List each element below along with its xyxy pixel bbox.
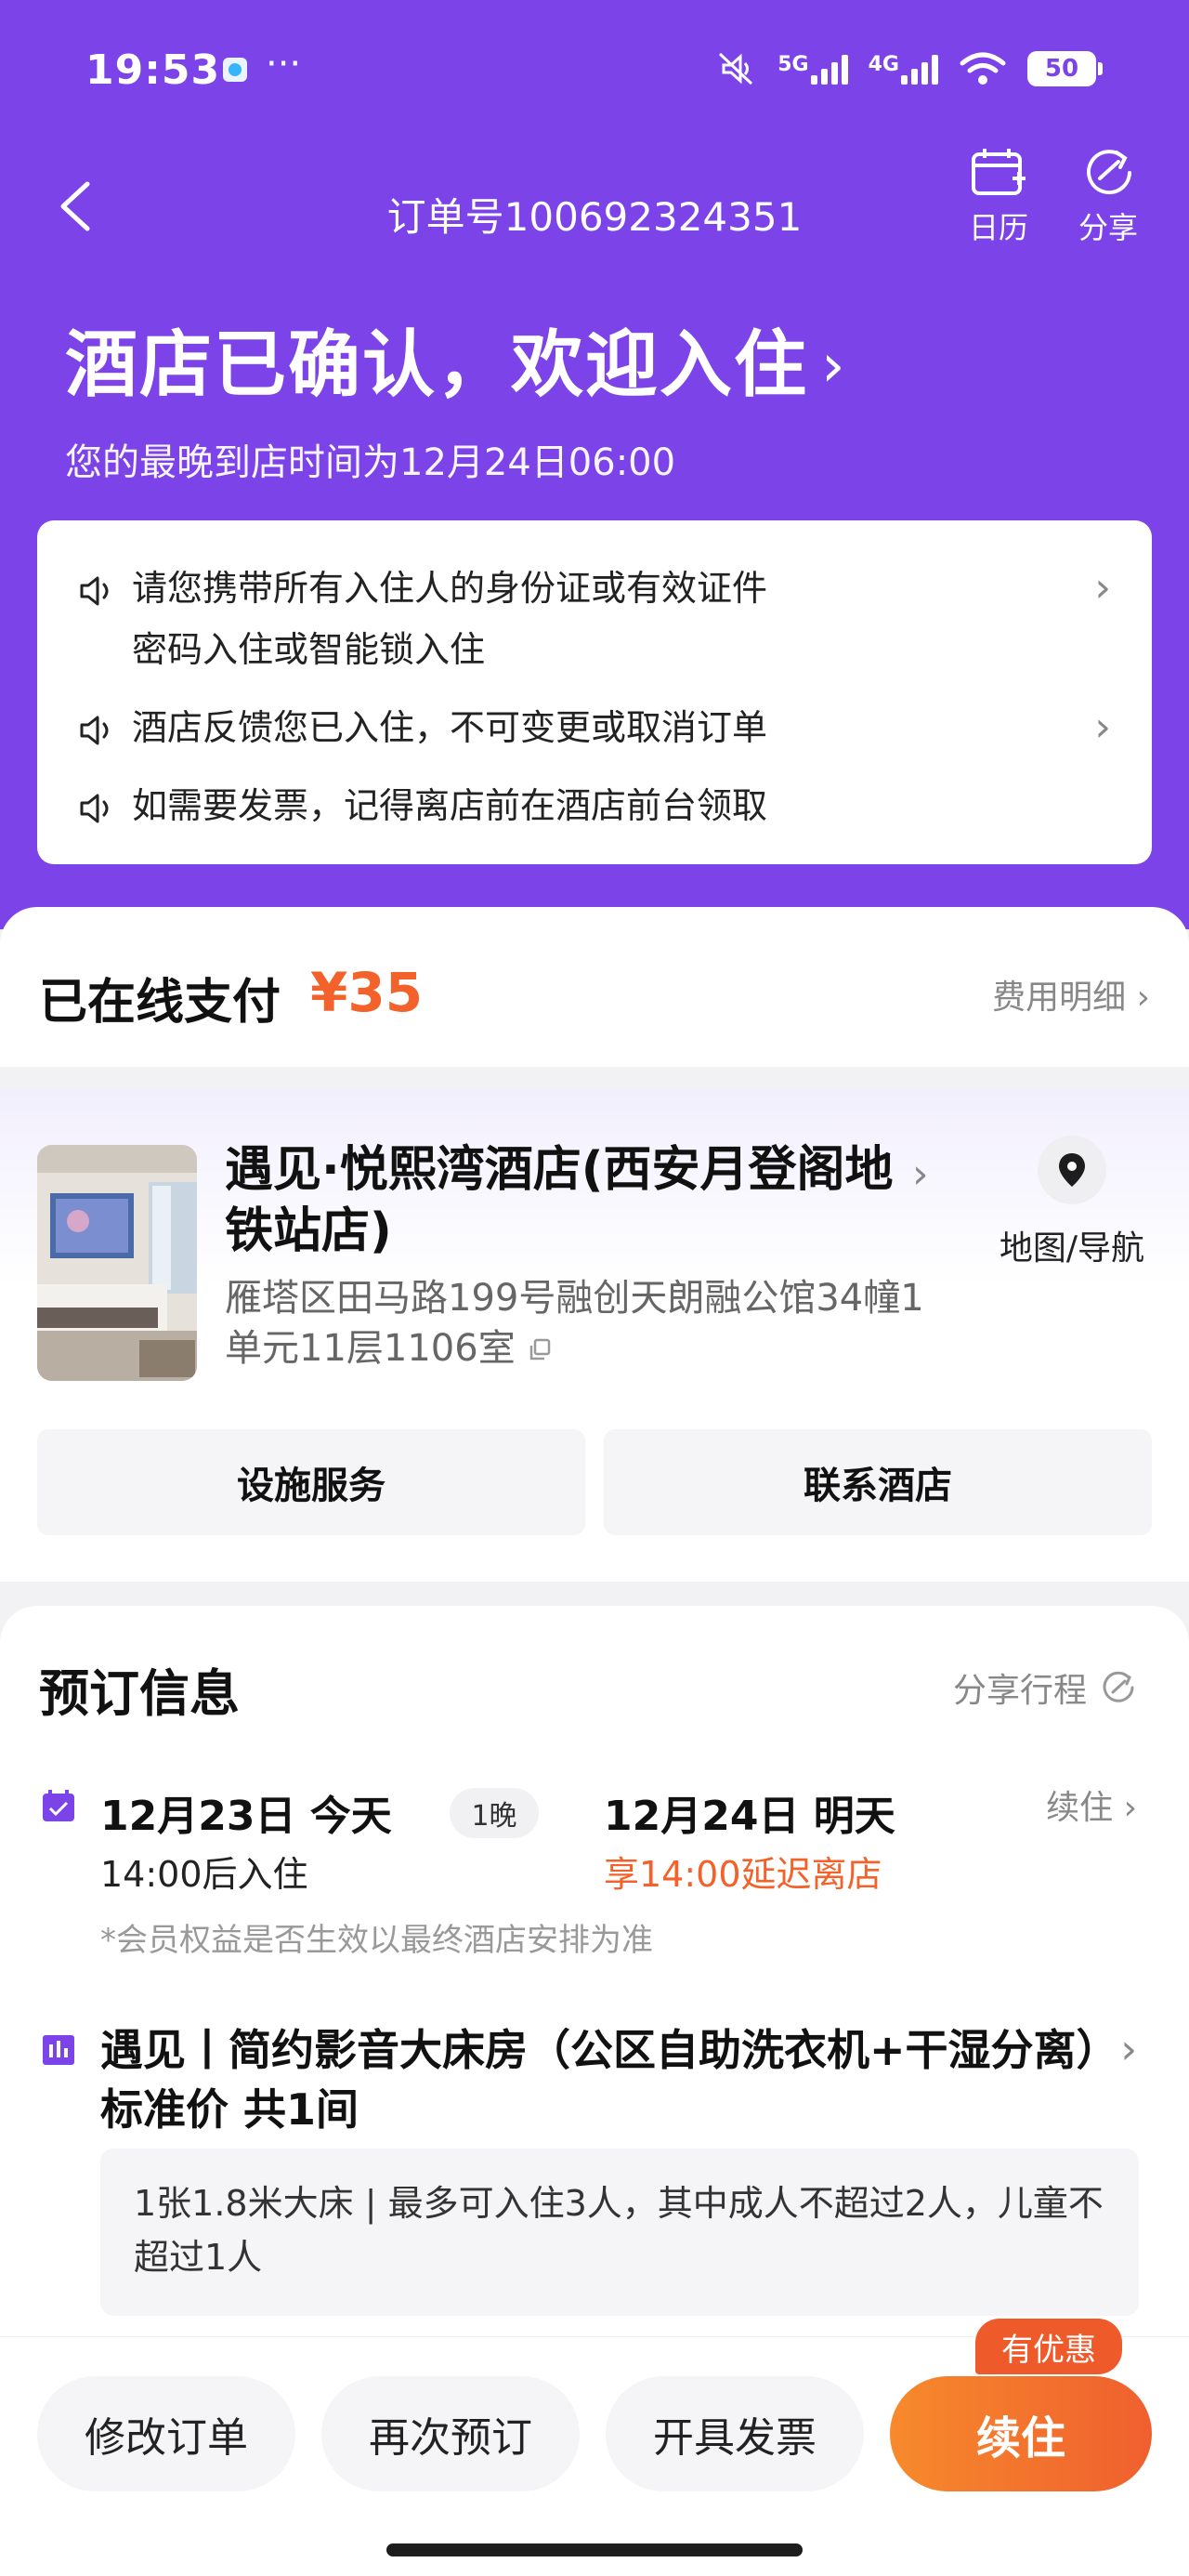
chevron-right-icon: ›: [1094, 564, 1111, 611]
payment-card: 已在线支付 ¥35 费用明细 ›: [0, 907, 1189, 1067]
notice-text: 如需要发票，记得离店前在酒店前台领取: [132, 785, 768, 826]
chevron-right-icon: ›: [821, 332, 847, 401]
order-status-title[interactable]: 酒店已确认，欢迎入住 ›: [65, 307, 847, 411]
share-icon: [1103, 1671, 1134, 1702]
hotel-address-text: 雁塔区田马路199号融创天朗融公馆34幢1单元11层1106室: [225, 1277, 924, 1370]
signal-5g-icon: 5G: [777, 53, 848, 85]
facilities-button[interactable]: 设施服务: [37, 1429, 585, 1535]
map-label: 地图/导航: [999, 1229, 1145, 1268]
more-notifications-icon: ···: [266, 43, 302, 85]
speaker-icon: [80, 576, 109, 606]
latest-arrival-note: 您的最晚到店时间为12月24日06:00: [65, 441, 676, 484]
checkin-time: 14:00后入住: [100, 1854, 308, 1895]
notice-text: 酒店反馈您已入住，不可变更或取消订单: [132, 707, 768, 748]
notice-item[interactable]: 酒店反馈您已入住，不可变更或取消订单 ›: [78, 697, 1111, 758]
payment-label: 已在线支付: [39, 975, 281, 1031]
notice-text-line2: 密码入住或智能锁入住: [132, 629, 486, 670]
calendar-label: 日历: [968, 210, 1028, 245]
issue-invoice-button[interactable]: 开具发票: [606, 2376, 864, 2491]
extend-stay-button[interactable]: 续住: [890, 2376, 1152, 2491]
speaker-icon: [80, 716, 109, 745]
chevron-right-icon: ›: [912, 1150, 929, 1198]
room-detail: 1张1.8米大床 | 最多可入住3人，其中成人不超过2人，儿童不超过1人: [100, 2149, 1139, 2316]
wifi-icon: [960, 52, 1006, 85]
chevron-right-icon: ›: [1120, 2026, 1137, 2073]
notice-card: 请您携带所有入住人的身份证或有效证件 密码入住或智能锁入住 › 酒店反馈您已入住…: [37, 520, 1152, 864]
fee-detail-link[interactable]: 费用明细 ›: [992, 970, 1150, 1019]
nights-badge: 1晚: [450, 1788, 539, 1838]
chevron-right-icon: ›: [1094, 703, 1111, 751]
hotel-card: 遇见·悦熙湾酒店(西安月登阁地铁站店) › 雁塔区田马路199号融创天朗融公馆3…: [0, 1091, 1189, 1582]
clock: 19:53: [85, 46, 221, 94]
mute-icon: [719, 52, 753, 85]
fee-detail-label: 费用明细: [992, 979, 1127, 1017]
checkin-date: 12月23日 今天: [100, 1793, 392, 1840]
battery-icon: 50: [1027, 51, 1103, 86]
bottom-action-bar: 修改订单 再次预订 开具发票 续住 有优惠: [0, 2319, 1189, 2576]
share-trip-label: 分享行程: [952, 1672, 1087, 1710]
speaker-icon: [80, 794, 109, 823]
room-name[interactable]: 遇见丨简约影音大床房（公区自助洗衣机+干湿分离）标准价 共1间: [100, 2020, 1104, 2139]
calendar-check-icon: [43, 1790, 74, 1821]
signal-4g-icon: 4G: [869, 53, 938, 85]
rebook-button[interactable]: 再次预订: [321, 2376, 580, 2491]
signal-5g-label: 5G: [777, 53, 809, 76]
hotel-room-image: [37, 1145, 197, 1381]
share-button[interactable]: 分享: [1057, 145, 1159, 247]
calendar-button[interactable]: 日历: [947, 145, 1050, 247]
modify-order-button[interactable]: 修改订单: [37, 2376, 295, 2491]
checkout-date: 12月24日 明天: [604, 1793, 895, 1840]
notice-item[interactable]: 请您携带所有入住人的身份证或有效证件 密码入住或智能锁入住 ›: [78, 558, 1111, 680]
notice-text: 请您携带所有入住人的身份证或有效证件: [132, 568, 768, 609]
top-nav: 订单号100692324351 日历 分享: [0, 139, 1189, 279]
promo-badge: 有优惠: [975, 2319, 1122, 2374]
extend-stay-link[interactable]: 续住 ›: [1046, 1781, 1137, 1829]
hotel-photo[interactable]: [37, 1145, 197, 1381]
order-status-text: 酒店已确认，欢迎入住: [65, 323, 809, 407]
app-notification-icon: [223, 58, 247, 82]
notice-item: 如需要发票，记得离店前在酒店前台领取: [78, 775, 1111, 836]
share-icon: [1087, 150, 1131, 195]
signal-4g-label: 4G: [868, 53, 899, 76]
payment-amount: ¥35: [310, 961, 424, 1024]
calendar-add-icon: [972, 149, 1026, 195]
booking-info-card: 预订信息 分享行程 12月23日 今天 14:00后入住 1晚 12月24日 明…: [0, 1606, 1189, 2349]
share-trip-button[interactable]: 分享行程: [953, 1663, 1137, 1712]
hotel-name[interactable]: 遇见·悦熙湾酒店(西安月登阁地铁站店): [225, 1139, 903, 1262]
status-bar: 19:53 ··· 5G 4G 50: [0, 37, 1189, 112]
copy-icon[interactable]: [527, 1337, 553, 1363]
extend-stay-label: 续住: [1046, 1789, 1114, 1827]
location-pin-icon: [1038, 1136, 1106, 1204]
building-icon: [43, 2035, 74, 2065]
member-benefit-note: *会员权益是否生效以最终酒店安排为准: [100, 1922, 653, 1959]
booking-title: 预订信息: [39, 1664, 240, 1723]
map-navigation-button[interactable]: 地图/导航: [988, 1136, 1156, 1269]
hotel-address[interactable]: 雁塔区田马路199号融创天朗融公馆34幢1单元11层1106室: [225, 1273, 931, 1373]
contact-hotel-button[interactable]: 联系酒店: [604, 1429, 1152, 1535]
share-label: 分享: [1078, 210, 1138, 245]
home-indicator[interactable]: [386, 2543, 803, 2556]
late-checkout-note: 享14:00延迟离店: [604, 1854, 882, 1895]
